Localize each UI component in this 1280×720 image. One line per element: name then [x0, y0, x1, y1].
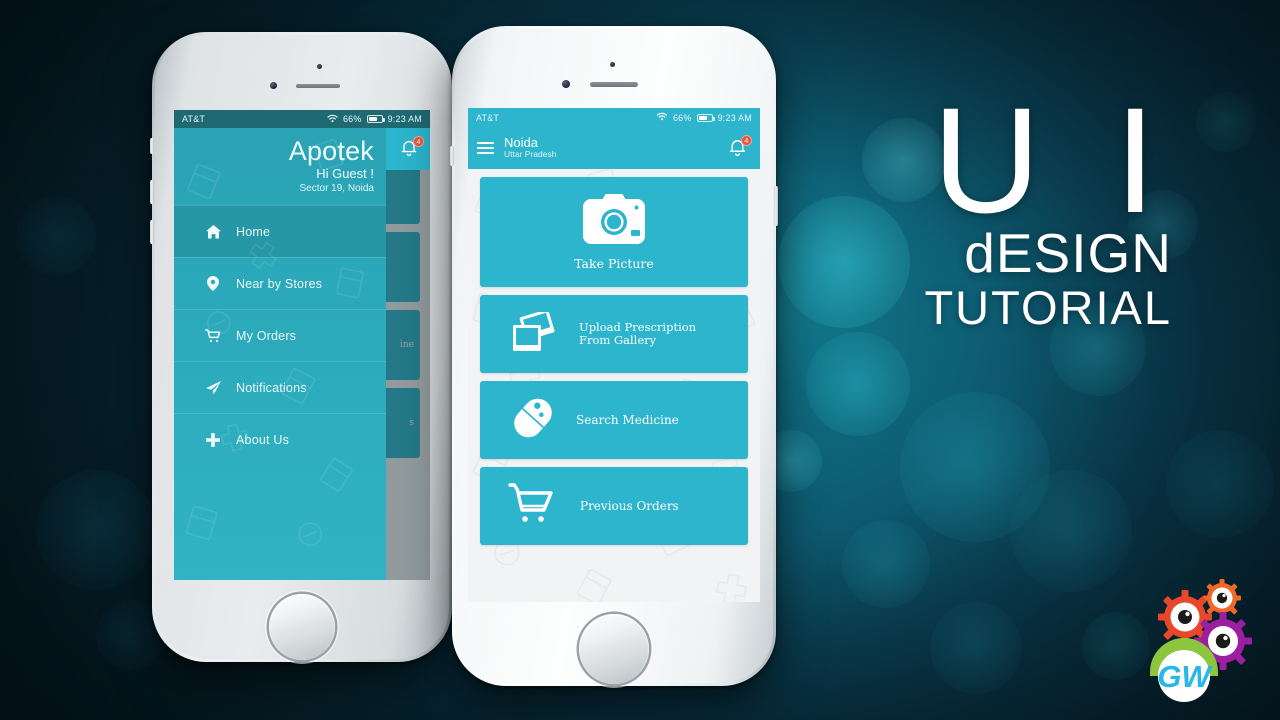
proximity-sensor-icon [317, 64, 322, 69]
home-content: Take Picture Upload Prescription From Ga… [468, 169, 760, 602]
phone-right-screen: AT&T 66% 9:23 AM Noida Uttar Pradesh 4 T… [468, 108, 760, 602]
silent-switch[interactable] [150, 138, 154, 154]
app-brand-title: Apotek [288, 136, 374, 166]
location-block: Noida Uttar Pradesh [504, 136, 556, 160]
drawer-header: Apotek Hi Guest ! Sector 19, Noida [174, 128, 386, 205]
notification-badge: 4 [413, 136, 424, 147]
time-label: 9:23 AM [387, 114, 422, 124]
front-camera-icon [270, 82, 277, 89]
earpiece-speaker [296, 84, 340, 88]
shopping-cart-icon [200, 328, 226, 343]
sidebar-item-notifications[interactable]: Notifications [174, 361, 386, 413]
battery-icon [696, 113, 715, 122]
pill-capsule-icon [510, 396, 556, 445]
sidebar-item-notifications-label: Notifications [236, 380, 307, 395]
video-frame: ine s AT&T 66% 9:23 AM Apotek Hi Guest !… [0, 0, 1280, 720]
wifi-icon [656, 112, 668, 123]
home-icon [200, 224, 226, 239]
volume-button-right[interactable] [774, 186, 778, 226]
earpiece-speaker [590, 82, 638, 87]
hamburger-menu-icon[interactable] [477, 142, 494, 154]
gear-orange-icon [1203, 579, 1241, 617]
camera-icon [583, 193, 645, 249]
photos-icon [511, 308, 557, 357]
wifi-icon [327, 114, 338, 125]
sidebar-item-about-us[interactable]: About Us [174, 413, 386, 465]
card-take-picture[interactable]: Take Picture [480, 177, 748, 287]
card-take-picture-label: Take Picture [574, 255, 654, 271]
proximity-sensor-icon [610, 62, 615, 67]
battery-percent-label: 66% [672, 112, 692, 123]
battery-icon [366, 115, 385, 123]
phone-left: ine s AT&T 66% 9:23 AM Apotek Hi Guest !… [150, 32, 452, 662]
state-label: Uttar Pradesh [504, 149, 557, 159]
battery-percent-label: 66% [342, 114, 362, 124]
sidebar-item-home[interactable]: Home [174, 205, 386, 257]
power-button[interactable] [450, 146, 454, 166]
phone-right: AT&T 66% 9:23 AM Noida Uttar Pradesh 4 T… [450, 26, 778, 686]
city-label: Noida [504, 135, 538, 150]
sidebar-item-my-orders-label: My Orders [236, 328, 297, 343]
plus-cross-icon [200, 432, 226, 447]
greeting-label: Hi Guest ! [316, 166, 374, 181]
sidebar-item-near-by-stores-label: Near by Stores [236, 276, 323, 291]
carrier-label: AT&T [476, 112, 500, 123]
gw-logo: GW [1140, 574, 1258, 702]
title-block: U I dESIGN TUTORIAL [924, 76, 1172, 334]
card-previous-orders[interactable]: Previous Orders [480, 467, 748, 545]
sidebar-item-my-orders[interactable]: My Orders [174, 309, 386, 361]
logo-text: GW [1157, 659, 1213, 694]
home-button[interactable] [269, 594, 335, 660]
carrier-label: AT&T [182, 114, 206, 124]
sector-label: Sector 19, Noida [299, 183, 375, 194]
front-camera-icon [562, 80, 570, 88]
statusbar-left: AT&T 66% 9:23 AM [174, 110, 430, 128]
paper-plane-icon [200, 380, 226, 395]
app-bar: Noida Uttar Pradesh 4 [468, 127, 760, 169]
location-pin-icon [200, 276, 226, 291]
time-label: 9:23 AM [717, 112, 752, 123]
sidebar-item-near-by-stores[interactable]: Near by Stores [174, 257, 386, 309]
card-previous-orders-label: Previous Orders [580, 499, 679, 513]
sidebar-item-home-label: Home [236, 224, 271, 239]
statusbar-right: AT&T 66% 9:23 AM [468, 108, 760, 127]
card-upload-prescription-label: Upload Prescription From Gallery [579, 319, 697, 347]
title-line-tutorial: TUTORIAL [924, 281, 1172, 334]
shopping-cart-icon [508, 482, 558, 531]
notification-bell-icon[interactable]: 4 [399, 136, 424, 160]
navigation-drawer[interactable]: Apotek Hi Guest ! Sector 19, Noida Home … [174, 128, 386, 580]
notification-bell-icon[interactable]: 4 [727, 135, 752, 159]
home-button[interactable] [579, 614, 649, 684]
card-search-medicine[interactable]: Search Medicine [480, 381, 748, 459]
title-line-ui: U I [932, 76, 1172, 244]
card-upload-prescription[interactable]: Upload Prescription From Gallery [480, 295, 748, 373]
phone-left-screen: ine s AT&T 66% 9:23 AM Apotek Hi Guest !… [174, 110, 430, 580]
notification-badge: 4 [741, 135, 752, 146]
appbar-behind: 4 [386, 128, 430, 170]
card-search-medicine-label: Search Medicine [576, 413, 679, 427]
volume-button-left[interactable] [150, 180, 154, 204]
volume-button-left-2[interactable] [150, 220, 154, 244]
sidebar-item-about-us-label: About Us [236, 432, 290, 447]
